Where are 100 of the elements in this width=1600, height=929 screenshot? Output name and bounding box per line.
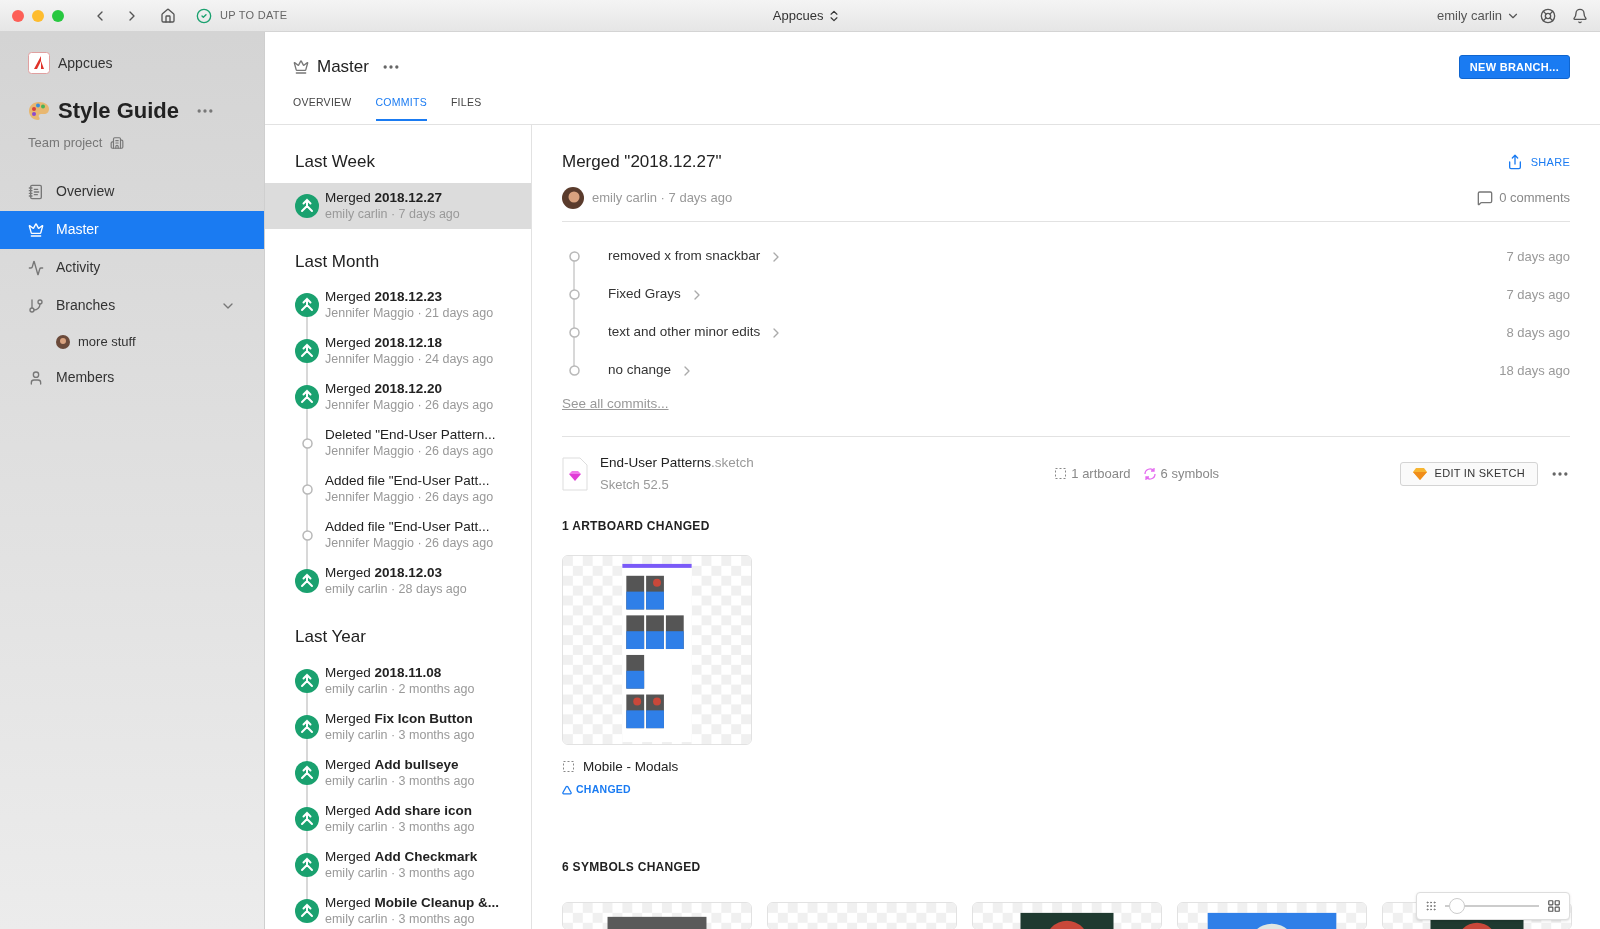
- sidebar-item[interactable]: Overview: [0, 172, 264, 211]
- merge-icon: [295, 385, 319, 409]
- artboard-count: 1 artboard: [1071, 464, 1131, 483]
- avatar-icon: [562, 186, 584, 209]
- pulse-icon: [28, 259, 44, 276]
- file-version: Sketch 52.5: [600, 476, 670, 494]
- commit-item[interactable]: Added file "End-User Patt... Jennifer Maggio · 26 days ago: [265, 466, 531, 512]
- user-menu[interactable]: emily carlin: [1437, 5, 1520, 26]
- commit-meta: Jennifer Maggio · 26 days ago: [325, 535, 494, 552]
- check-icon: [196, 7, 212, 24]
- share-icon: [1506, 153, 1523, 170]
- project-title: Style Guide: [58, 97, 180, 125]
- change-time: 7 days ago: [1506, 285, 1570, 304]
- tab[interactable]: FILES: [450, 86, 482, 122]
- tab[interactable]: COMMITS: [375, 86, 427, 122]
- merge-icon: [295, 714, 319, 739]
- commit-item[interactable]: Merged 2018.11.08 emily carlin · 2 months ago: [265, 657, 531, 704]
- commit-title: Merged Mobile Cleanup &...: [325, 893, 500, 911]
- sidebar-item[interactable]: Members: [0, 358, 264, 397]
- section-heading: 1 ARTBOARD CHANGED: [562, 517, 710, 535]
- palette-icon: [28, 99, 50, 122]
- sidebar-item[interactable]: Branches: [0, 286, 264, 325]
- change-time: 7 days ago: [1506, 247, 1570, 266]
- project-switcher[interactable]: Appcues: [772, 5, 842, 26]
- commit-title: Merged 2018.11.08: [325, 663, 443, 681]
- branch-title: Master: [317, 56, 369, 78]
- commit-item[interactable]: Deleted "End-User Pattern... Jennifer Maggio · 26 days ago: [265, 420, 531, 466]
- large-grid-icon[interactable]: [1547, 898, 1561, 913]
- change-message[interactable]: Fixed Grays: [608, 284, 681, 305]
- group-heading: Last Year: [294, 626, 367, 648]
- commit-meta: Jennifer Maggio · 21 days ago: [325, 305, 494, 322]
- commit-meta: emily carlin · 3 months ago: [325, 772, 475, 790]
- sidebar-item[interactable]: Master: [0, 210, 264, 249]
- crown-icon: [293, 58, 309, 75]
- commit-meta: emily carlin · 3 months ago: [325, 910, 476, 928]
- commit-item[interactable]: Merged 2018.12.23 Jennifer Maggio · 21 days ago: [265, 282, 531, 328]
- help-icon[interactable]: [1540, 7, 1556, 24]
- merge-icon: [295, 898, 319, 923]
- branch-icon: [28, 297, 44, 314]
- bell-icon[interactable]: [1572, 7, 1588, 24]
- commit-dot-icon: [301, 529, 313, 541]
- commit-item[interactable]: Merged 2018.12.20 Jennifer Maggio · 26 days ago: [265, 374, 531, 420]
- person-icon: [28, 369, 44, 386]
- commit-item[interactable]: Merged Add Checkmark emily carlin · 3 months ago: [265, 841, 531, 888]
- comment-icon: [1477, 189, 1494, 206]
- commit-item[interactable]: Merged 2018.12.03 emily carlin · 28 days ago: [265, 558, 531, 604]
- commit-meta: emily carlin · 2 months ago: [325, 680, 475, 698]
- edit-in-sketch-button[interactable]: EDIT IN SKETCH: [1399, 461, 1538, 486]
- close-button[interactable]: [12, 9, 24, 22]
- change-message[interactable]: text and other minor edits: [608, 322, 761, 343]
- commit-title: Merged 2018.12.23: [325, 288, 444, 305]
- commit-title: Merged Add bullseye: [325, 755, 460, 773]
- commit-meta: Jennifer Maggio · 26 days ago: [325, 443, 495, 460]
- branch-item[interactable]: more stuff: [0, 324, 264, 359]
- commit-item[interactable]: Merged Mobile Cleanup &... emily carlin · 3 months ago: [265, 887, 531, 929]
- commit-dot-icon: [568, 327, 580, 338]
- commit-item[interactable]: Merged Add bullseye emily carlin · 3 months ago: [265, 749, 531, 796]
- group-heading: Last Month: [294, 250, 381, 273]
- commit-dot-icon: [568, 365, 580, 376]
- sync-status: UP TO DATE: [220, 8, 288, 24]
- home-icon[interactable]: [160, 7, 176, 24]
- merge-icon: [295, 293, 319, 317]
- commit-meta: emily carlin · 3 months ago: [325, 818, 475, 836]
- commit-item[interactable]: Merged 2018.12.27 emily carlin · 7 days ago: [265, 182, 531, 229]
- commit-title: Deleted "End-User Pattern...: [325, 426, 496, 443]
- commit-title: Added file "End-User Patt...: [325, 472, 491, 489]
- notebook-icon: [28, 183, 44, 200]
- small-grid-icon[interactable]: [1425, 899, 1437, 912]
- commit-title: Added file "End-User Patt...: [325, 518, 491, 535]
- new-branch-button[interactable]: NEW BRANCH...: [1458, 54, 1570, 79]
- tab[interactable]: OVERVIEW: [293, 86, 352, 122]
- commit-meta: Jennifer Maggio · 26 days ago: [325, 489, 494, 506]
- change-status: CHANGED: [576, 781, 631, 797]
- sidebar-item[interactable]: Activity: [0, 248, 264, 287]
- sketch-file-icon: [562, 456, 588, 491]
- delta-icon: [562, 784, 572, 795]
- commit-meta: emily carlin · 3 months ago: [325, 726, 475, 744]
- commit-item[interactable]: Merged Add share icon emily carlin · 3 months ago: [265, 795, 531, 842]
- commit-dot-icon: [568, 289, 580, 300]
- commit-meta: Jennifer Maggio · 26 days ago: [325, 397, 494, 414]
- organization-name[interactable]: Appcues: [58, 52, 113, 74]
- commit-dot-icon: [301, 437, 313, 449]
- commit-meta: Jennifer Maggio · 24 days ago: [325, 351, 494, 368]
- building-icon: [110, 135, 125, 150]
- maximize-button[interactable]: [52, 9, 64, 22]
- change-message[interactable]: removed x from snackbar: [608, 246, 761, 267]
- commit-item[interactable]: Merged 2018.12.18 Jennifer Maggio · 24 days ago: [265, 328, 531, 374]
- commit-title: Merged 2018.12.27: [325, 188, 444, 206]
- change-message[interactable]: no change: [608, 360, 672, 381]
- zoom-slider[interactable]: [1445, 896, 1539, 915]
- comment-count[interactable]: 0 comments: [1499, 187, 1570, 208]
- file-name[interactable]: End-User Patterns.sketch: [600, 452, 754, 473]
- commit-item[interactable]: Added file "End-User Patt... Jennifer Maggio · 26 days ago: [265, 512, 531, 558]
- commit-dot-icon: [568, 251, 580, 262]
- merge-icon: [295, 193, 319, 218]
- artboard-name[interactable]: Mobile - Modals: [583, 756, 679, 777]
- commit-item[interactable]: Merged Fix Icon Button emily carlin · 3 months ago: [265, 703, 531, 750]
- commit-meta: emily carlin · 3 months ago: [325, 864, 476, 882]
- merge-icon: [295, 339, 319, 363]
- share-link[interactable]: SHARE: [1506, 153, 1570, 170]
